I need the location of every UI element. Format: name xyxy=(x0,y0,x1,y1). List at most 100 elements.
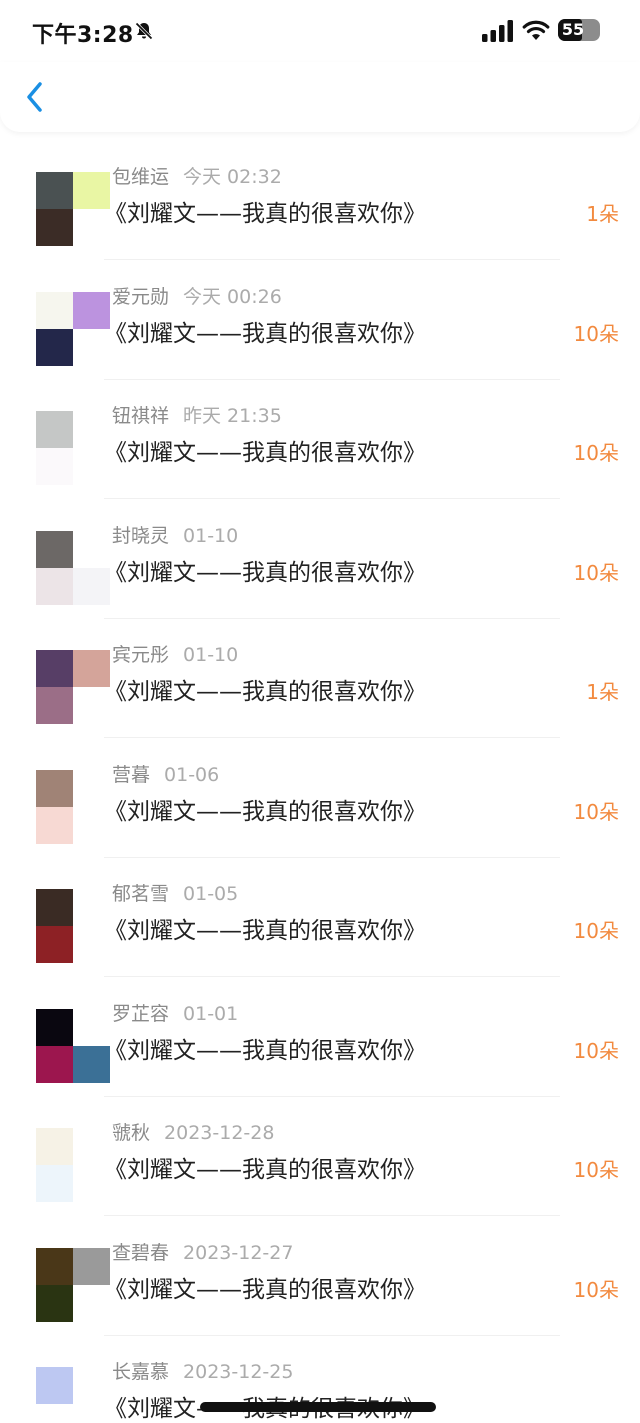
avatar-tile xyxy=(36,328,73,366)
avatar[interactable] xyxy=(36,889,110,963)
avatar-tile xyxy=(36,687,73,724)
status-time: 下午3:28 xyxy=(32,23,134,48)
avatar[interactable] xyxy=(36,1367,110,1423)
list-item[interactable]: 虢秋 2023-12-28 《刘耀文——我真的很喜欢你》 10朵 xyxy=(0,1096,640,1216)
sender-line: 钮祺祥 昨天 21:35 xyxy=(112,401,282,428)
sender-line: 虢秋 2023-12-28 xyxy=(112,1118,274,1145)
avatar[interactable] xyxy=(36,172,110,246)
avatar[interactable] xyxy=(36,291,110,366)
avatar-tile xyxy=(36,1045,73,1083)
avatar-tile xyxy=(36,1165,73,1202)
avatar-tile xyxy=(36,1367,73,1404)
avatar[interactable] xyxy=(36,1008,110,1083)
flower-count: 10朵 xyxy=(573,1158,619,1182)
nav-bar xyxy=(0,62,640,132)
list-item[interactable]: 郁茗雪 01-05 《刘耀文——我真的很喜欢你》 10朵 xyxy=(0,857,640,977)
avatar-tile xyxy=(36,1284,73,1322)
gift-title: 《刘耀文——我真的很喜欢你》 xyxy=(104,1037,426,1064)
avatar-tile xyxy=(36,448,73,485)
status-bar: 下午3:28 55 xyxy=(0,0,640,62)
avatar[interactable] xyxy=(36,769,110,844)
flower-count: 10朵 xyxy=(573,441,619,465)
sender-name: 封晓灵 xyxy=(112,524,170,547)
flower-count: 10朵 xyxy=(573,919,619,943)
avatar[interactable] xyxy=(36,411,110,485)
avatar-tile xyxy=(36,172,73,209)
flower-count: 10朵 xyxy=(573,1038,619,1063)
sender-name: 包维运 xyxy=(112,166,170,188)
avatar[interactable] xyxy=(36,1128,110,1202)
back-button[interactable] xyxy=(18,76,52,118)
sent-time: 2023-12-27 xyxy=(183,1241,294,1264)
gift-title: 《刘耀文——我真的很喜欢你》 xyxy=(104,918,426,944)
avatar-tile xyxy=(36,926,73,963)
avatar-tile xyxy=(36,291,73,329)
gift-title: 《刘耀文——我真的很喜欢你》 xyxy=(104,798,426,825)
sender-name: 郁茗雪 xyxy=(112,883,170,905)
flower-count: 1朵 xyxy=(586,202,619,226)
avatar[interactable] xyxy=(36,1247,110,1322)
avatar-tile xyxy=(36,769,73,807)
chevron-left-icon xyxy=(27,82,42,112)
sender-name: 营暮 xyxy=(112,763,151,786)
sender-line: 郁茗雪 01-05 xyxy=(112,879,238,906)
sent-time: 01-05 xyxy=(183,883,239,905)
sender-name: 宾元彤 xyxy=(112,644,170,666)
sender-name: 查碧春 xyxy=(112,1241,170,1264)
sender-line: 爱元勋 今天 00:26 xyxy=(112,282,282,309)
sender-line: 营暮 01-06 xyxy=(112,760,219,787)
flower-count: 10朵 xyxy=(573,321,619,346)
flower-count: 10朵 xyxy=(573,560,619,585)
home-indicator[interactable] xyxy=(200,1402,436,1412)
list-item[interactable]: 包维运 今天 02:32 《刘耀文——我真的很喜欢你》 1朵 xyxy=(0,140,640,260)
avatar-tile xyxy=(36,1008,73,1046)
list-item[interactable]: 营暮 01-06 《刘耀文——我真的很喜欢你》 10朵 xyxy=(0,738,640,858)
wifi-icon xyxy=(522,20,550,40)
sender-name: 虢秋 xyxy=(112,1122,151,1144)
sender-name: 长嘉慕 xyxy=(112,1361,170,1383)
list-item[interactable]: 爱元勋 今天 00:26 《刘耀文——我真的很喜欢你》 10朵 xyxy=(0,260,640,380)
gift-title: 《刘耀文——我真的很喜欢你》 xyxy=(104,679,426,705)
sent-time: 01-01 xyxy=(183,1002,239,1025)
sent-time: 01-10 xyxy=(183,524,239,547)
gift-title: 《刘耀文——我真的很喜欢你》 xyxy=(104,559,426,586)
list-item[interactable]: 查碧春 2023-12-27 《刘耀文——我真的很喜欢你》 10朵 xyxy=(0,1216,640,1336)
flower-count: 1朵 xyxy=(586,680,619,704)
flower-count: 10朵 xyxy=(573,799,619,824)
sent-time: 2023-12-28 xyxy=(164,1122,275,1144)
list-item[interactable]: 封晓灵 01-10 《刘耀文——我真的很喜欢你》 10朵 xyxy=(0,499,640,619)
avatar[interactable] xyxy=(36,650,110,724)
battery-icon: 55 xyxy=(558,19,600,41)
avatar-tile xyxy=(36,806,73,844)
sender-line: 宾元彤 01-10 xyxy=(112,640,238,667)
sender-name: 爱元勋 xyxy=(112,285,170,308)
avatar[interactable] xyxy=(36,530,110,605)
sent-time: 昨天 21:35 xyxy=(183,405,282,427)
avatar-tile xyxy=(36,1247,73,1285)
sent-time: 01-06 xyxy=(164,763,220,786)
sender-line: 包维运 今天 02:32 xyxy=(112,162,282,189)
avatar-tile xyxy=(36,889,73,926)
list-item[interactable]: 宾元彤 01-10 《刘耀文——我真的很喜欢你》 1朵 xyxy=(0,618,640,738)
gift-title: 《刘耀文——我真的很喜欢你》 xyxy=(104,201,426,227)
bell-off-icon xyxy=(135,22,153,40)
sender-line: 长嘉慕 2023-12-25 xyxy=(112,1357,293,1384)
avatar-tile xyxy=(36,650,73,687)
list-item[interactable]: 罗芷容 01-01 《刘耀文——我真的很喜欢你》 10朵 xyxy=(0,977,640,1097)
gift-title: 《刘耀文——我真的很喜欢你》 xyxy=(104,1276,426,1303)
avatar-tile xyxy=(36,209,73,246)
avatar-tile xyxy=(36,567,73,605)
sender-line: 封晓灵 01-10 xyxy=(112,521,238,548)
avatar-tile xyxy=(36,530,73,568)
gift-title: 《刘耀文——我真的很喜欢你》 xyxy=(104,1157,426,1183)
avatar-tile xyxy=(36,411,73,448)
list-item[interactable]: 钮祺祥 昨天 21:35 《刘耀文——我真的很喜欢你》 10朵 xyxy=(0,379,640,499)
sent-time: 今天 00:26 xyxy=(183,285,282,308)
gift-title: 《刘耀文——我真的很喜欢你》 xyxy=(104,440,426,466)
sent-time: 2023-12-25 xyxy=(183,1361,294,1383)
sent-time: 01-10 xyxy=(183,644,239,666)
sender-line: 查碧春 2023-12-27 xyxy=(112,1238,293,1265)
cellular-signal-icon xyxy=(482,20,513,42)
flower-count: 10朵 xyxy=(573,1277,619,1302)
avatar-tile xyxy=(36,1128,73,1165)
